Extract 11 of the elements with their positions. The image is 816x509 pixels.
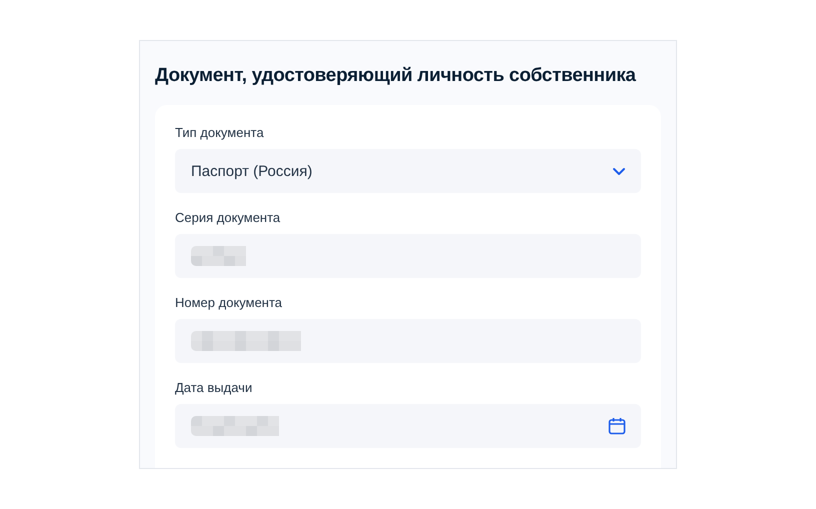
- field-label: Тип документа: [175, 124, 265, 141]
- select-field[interactable]: Паспорт (Россия): [175, 149, 641, 193]
- input-field[interactable]: [175, 319, 641, 363]
- field-label: Номер документа: [175, 294, 284, 311]
- input-field[interactable]: [175, 234, 641, 278]
- section-title: Документ, удостоверяющий личность собственника: [155, 64, 636, 88]
- chevron-down-icon: [612, 166, 626, 176]
- date-field[interactable]: [175, 404, 641, 448]
- field-label: Серия документа: [175, 209, 282, 226]
- field-label: Дата выдачи: [175, 379, 254, 396]
- calendar-icon: [608, 417, 626, 435]
